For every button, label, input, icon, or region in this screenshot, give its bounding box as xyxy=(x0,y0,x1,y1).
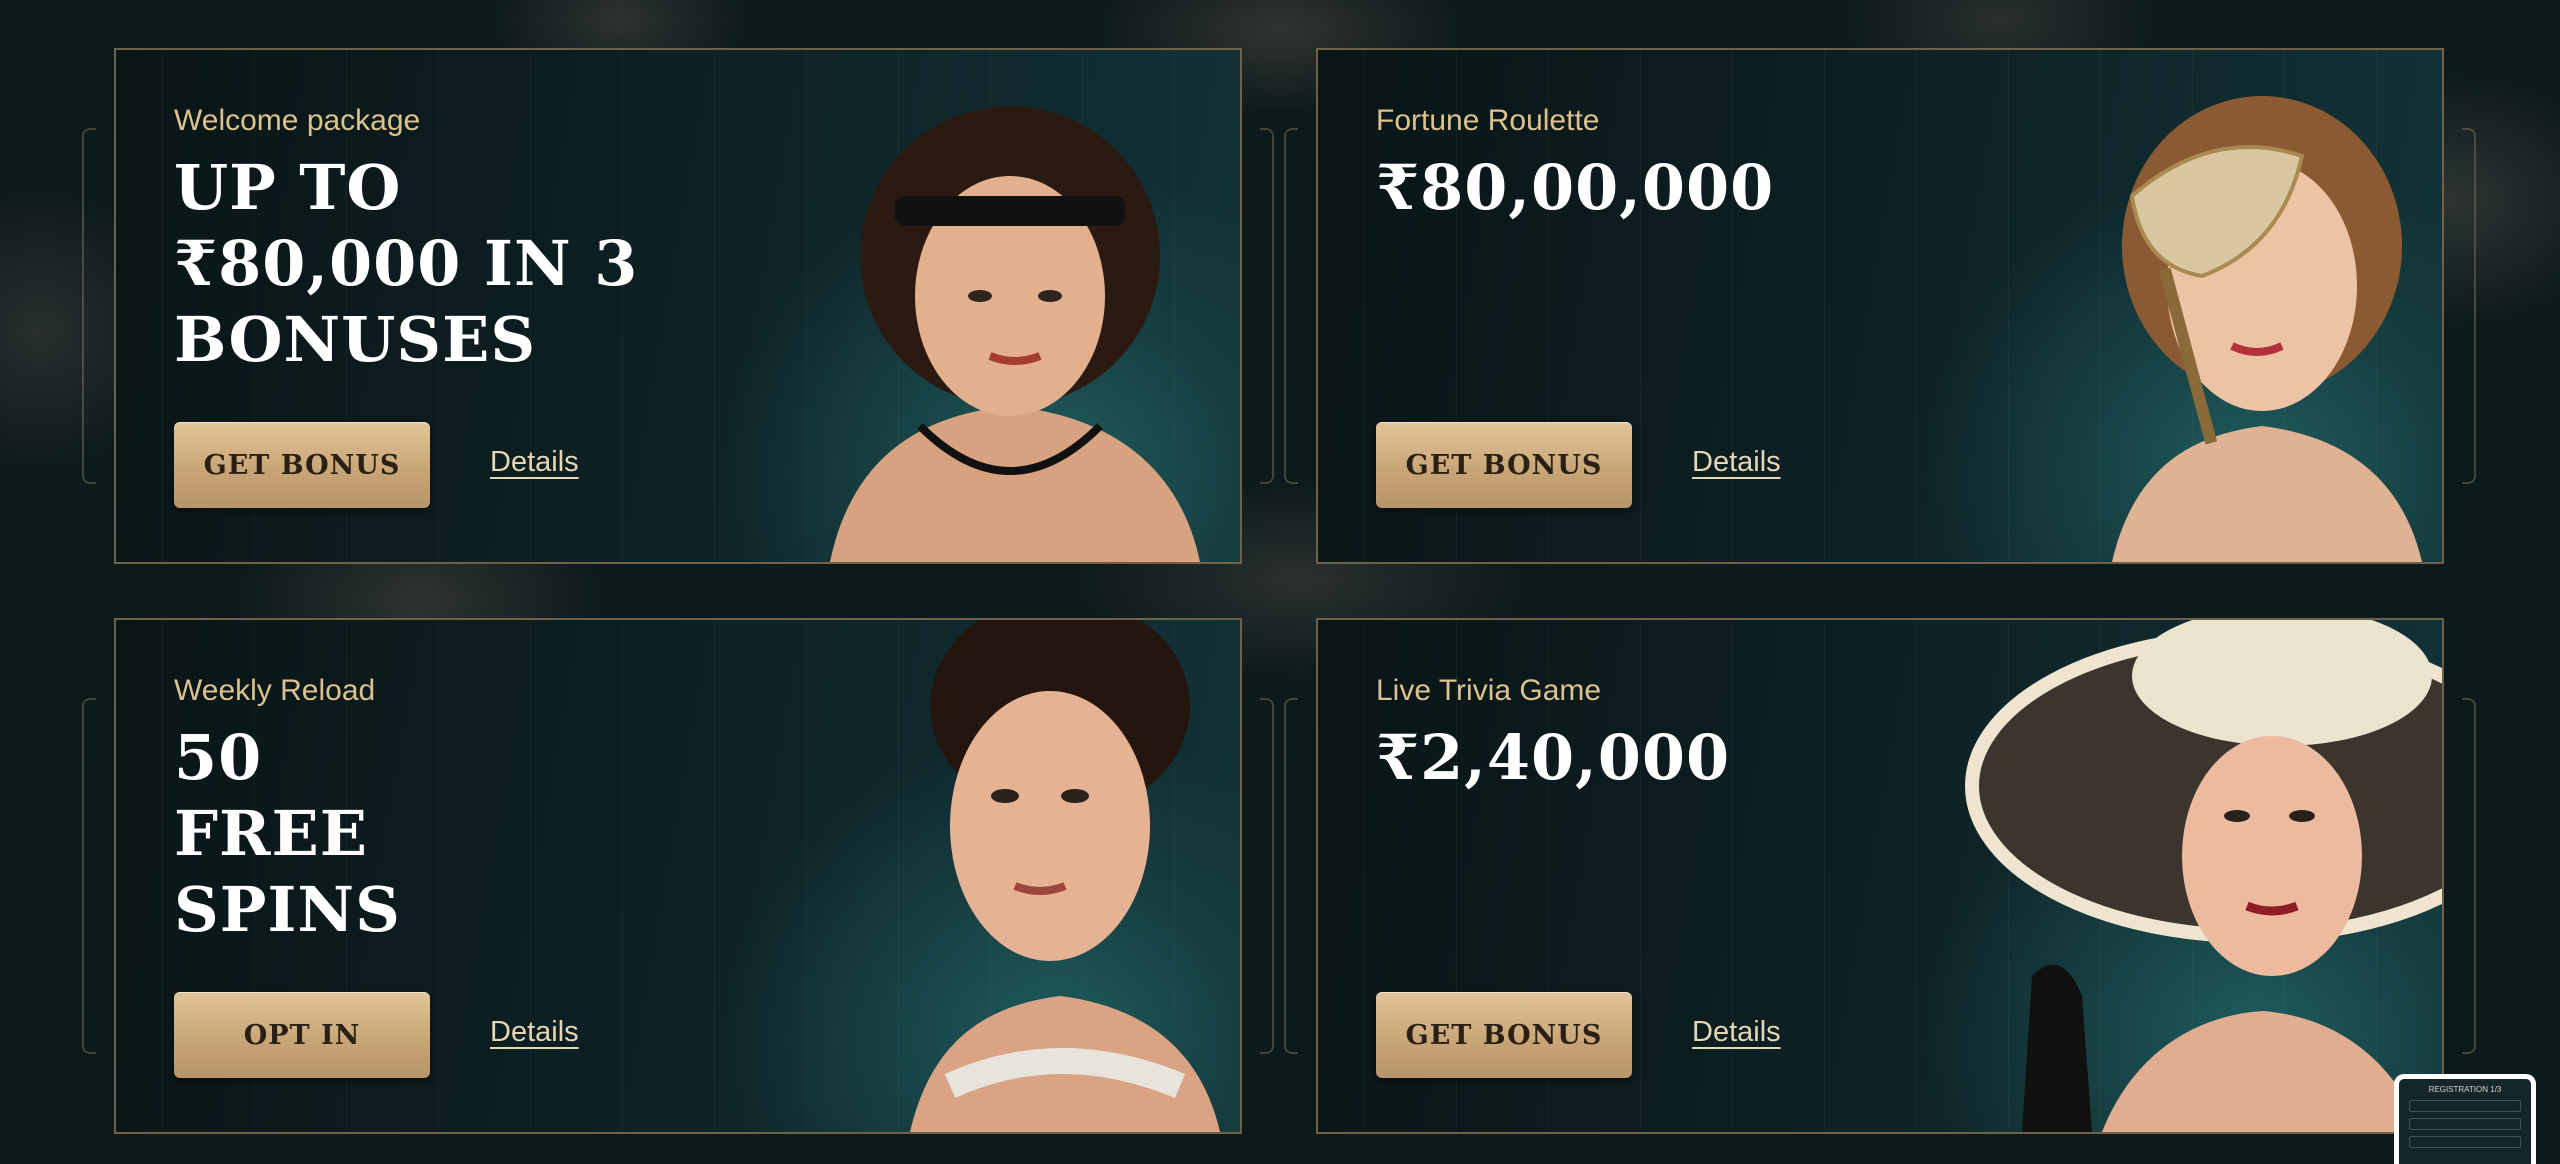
registration-widget-row xyxy=(2409,1118,2521,1130)
card-frame-right-ornament xyxy=(2462,128,2476,484)
details-link[interactable]: Details xyxy=(1692,446,1781,479)
promo-card-fortune-roulette: Fortune Roulette ₹80,00,000 GET BONUS De… xyxy=(1284,48,2476,564)
card-frame-right-ornament xyxy=(1260,128,1274,484)
promo-headline: ₹2,40,000 xyxy=(1376,721,1731,794)
promo-headline: UP TO ₹80,000 IN 3 BONUSES xyxy=(174,151,639,376)
card-frame-left-ornament xyxy=(82,128,96,484)
registration-widget-row xyxy=(2409,1136,2521,1148)
promo-card-body: Fortune Roulette ₹80,00,000 GET BONUS De… xyxy=(1316,48,2444,564)
promo-subtitle: Welcome package xyxy=(174,104,421,137)
promo-headline: 50 FREE SPINS xyxy=(174,721,401,946)
pearl-necklace-woman-portrait xyxy=(910,620,1220,1132)
details-link[interactable]: Details xyxy=(490,1016,579,1049)
promo-card-body: Live Trivia Game ₹2,40,000 GET BONUS Det… xyxy=(1316,618,2444,1134)
get-bonus-button[interactable]: GET BONUS xyxy=(1376,422,1632,508)
promo-card-weekly-reload: Weekly Reload 50 FREE SPINS OPT IN Detai… xyxy=(82,618,1274,1134)
masked-woman-portrait xyxy=(2112,96,2422,562)
promo-card-welcome-package: Welcome package UP TO ₹80,000 IN 3 BONUS… xyxy=(82,48,1274,564)
flapper-woman-portrait xyxy=(830,106,1200,562)
card-frame-right-ornament xyxy=(1260,698,1274,1054)
card-frame-right-ornament xyxy=(2462,698,2476,1054)
get-bonus-button[interactable]: GET BONUS xyxy=(1376,992,1632,1078)
promo-subtitle: Fortune Roulette xyxy=(1376,104,1600,137)
promo-card-body: Weekly Reload 50 FREE SPINS OPT IN Detai… xyxy=(114,618,1242,1134)
opt-in-button[interactable]: OPT IN xyxy=(174,992,430,1078)
promo-card-body: Welcome package UP TO ₹80,000 IN 3 BONUS… xyxy=(114,48,1242,564)
registration-widget-row xyxy=(2409,1100,2521,1112)
promo-card-live-trivia-game: Live Trivia Game ₹2,40,000 GET BONUS Det… xyxy=(1284,618,2476,1134)
promo-headline: ₹80,00,000 xyxy=(1376,151,1775,224)
promo-subtitle: Live Trivia Game xyxy=(1376,674,1602,707)
promo-subtitle: Weekly Reload xyxy=(174,674,376,707)
details-link[interactable]: Details xyxy=(1692,1016,1781,1049)
get-bonus-button[interactable]: GET BONUS xyxy=(174,422,430,508)
hat-woman-portrait xyxy=(1965,620,2442,1132)
registration-widget-title: REGISTRATION 1/3 xyxy=(2428,1085,2502,1094)
details-link[interactable]: Details xyxy=(490,446,579,479)
card-frame-left-ornament xyxy=(82,698,96,1054)
card-frame-left-ornament xyxy=(1284,698,1298,1054)
registration-widget[interactable]: REGISTRATION 1/3 xyxy=(2394,1074,2536,1164)
card-frame-left-ornament xyxy=(1284,128,1298,484)
